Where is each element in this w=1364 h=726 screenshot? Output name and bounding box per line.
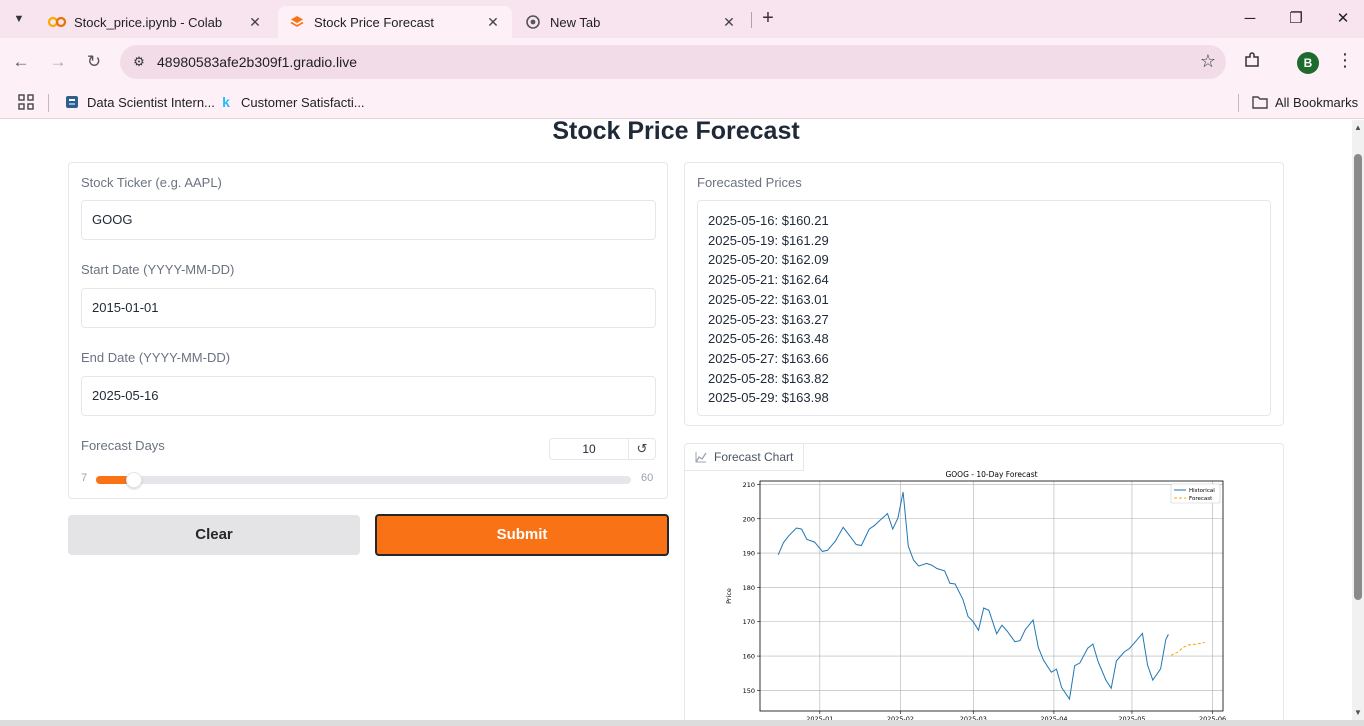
forecasted-prices-panel: Forecasted Prices 2025-05-16: $160.21 202… [684, 162, 1284, 426]
forecast-price-line: 2025-05-27: $163.66 [708, 350, 829, 366]
kaggle-icon: k [222, 94, 230, 110]
forecast-chart-label: Forecast Chart [685, 444, 805, 471]
close-window-icon[interactable]: ✕ [1332, 8, 1354, 30]
plot-frame [759, 480, 1224, 712]
clear-button[interactable]: Clear [68, 515, 360, 555]
folder-icon [1252, 94, 1268, 110]
reset-icon[interactable]: ↺ [629, 438, 656, 460]
minimize-icon[interactable]: ─ [1239, 8, 1261, 30]
y-tick-label: 160 [743, 653, 755, 661]
forecast-price-line: 2025-05-29: $163.98 [708, 390, 829, 406]
y-tick-label: 180 [743, 584, 755, 592]
slider-max-label: 60 [641, 472, 654, 484]
scroll-up-arrow-icon[interactable]: ▲ [1352, 123, 1364, 132]
chrome-icon [524, 13, 542, 31]
close-tab-icon[interactable]: ✕ [484, 13, 502, 31]
slider-handle[interactable] [126, 472, 143, 488]
end-date-label: End Date (YYYY-MM-DD) [81, 350, 231, 365]
scroll-down-arrow-icon[interactable]: ▼ [1352, 708, 1364, 717]
extensions-puzzle-icon[interactable] [1243, 51, 1261, 74]
input-panel: Stock Ticker (e.g. AAPL) GOOG Start Date… [68, 162, 668, 499]
forecast-price-line: 2025-05-16: $160.21 [708, 213, 829, 228]
forecasted-prices-textbox[interactable]: 2025-05-16: $160.21 2025-05-19: $161.29 20… [697, 200, 1271, 416]
tab-stock-price-forecast[interactable]: Stock Price Forecast ✕ [278, 6, 512, 38]
more-menu-icon[interactable]: ⋮ [1336, 50, 1354, 71]
legend-label: Forecast [1189, 496, 1213, 502]
profile-avatar[interactable]: B [1297, 52, 1319, 74]
forecasted-prices-label: Forecasted Prices [697, 175, 802, 190]
forecast-price-line: 2025-05-21: $162.64 [708, 272, 829, 288]
bookmark-doc-icon [64, 94, 80, 110]
bookmark-data-scientist[interactable]: Data Scientist Intern... [64, 92, 215, 112]
end-date-input[interactable]: 2025-05-16 [81, 376, 656, 416]
page-title: Stock Price Forecast [552, 120, 800, 145]
y-tick-label: 150 [743, 687, 755, 695]
restore-icon[interactable]: ❐ [1285, 8, 1307, 30]
legend-label: Historical [1189, 488, 1215, 494]
tab-title: New Tab [550, 14, 601, 30]
page-scrollbar[interactable]: ▲ ▼ [1352, 120, 1364, 720]
new-tab-plus-icon[interactable]: + [758, 8, 778, 29]
scrollbar-thumb[interactable] [1354, 154, 1362, 600]
ticker-input[interactable]: GOOG [81, 200, 656, 240]
bookmarks-bar: Data Scientist Intern... k Customer Sati… [0, 86, 1364, 119]
tab-title: Stock_price.ipynb - Colab [74, 14, 223, 30]
bookmarks-divider [48, 94, 49, 112]
address-bar[interactable]: ⚙ 48980583afe2b309f1.gradio.live ☆ [120, 45, 1226, 79]
bookmark-customer-satisfaction[interactable]: k Customer Satisfacti... [218, 92, 365, 112]
chart-tab-title: Forecast Chart [714, 450, 794, 464]
series-line-forecast [1170, 641, 1205, 656]
bookmark-label: Customer Satisfacti... [241, 94, 365, 110]
url-text[interactable]: 48980583afe2b309f1.gradio.live [157, 54, 357, 70]
y-axis-label: Price [725, 588, 733, 604]
browser-toolbar: ← → ↻ ⚙ 48980583afe2b309f1.gradio.live ☆… [0, 38, 1364, 86]
all-bookmarks-label: All Bookmarks [1275, 94, 1359, 110]
apps-grid-icon[interactable] [18, 92, 34, 112]
forecast-price-line: 2025-05-23: $163.27 [708, 311, 829, 327]
reload-icon[interactable]: ↻ [83, 51, 105, 73]
slider-min-label: 7 [81, 472, 88, 484]
bookmark-label: Data Scientist Intern... [87, 94, 215, 110]
tab-title: Stock Price Forecast [314, 14, 434, 30]
chart-icon [695, 451, 707, 463]
close-tab-icon[interactable]: ✕ [246, 13, 264, 31]
back-arrow-icon[interactable]: ← [10, 51, 32, 73]
start-date-input[interactable]: 2015-01-01 [81, 288, 656, 328]
forecast-price-line: 2025-05-19: $161.29 [708, 232, 829, 248]
forecast-days-number-input[interactable]: 10 [549, 438, 629, 460]
y-tick-label: 210 [743, 481, 755, 489]
tab-new-tab[interactable]: New Tab ✕ [514, 6, 748, 38]
ticker-label: Stock Ticker (e.g. AAPL) [81, 175, 222, 190]
colab-icon [48, 13, 66, 31]
bookmarks-divider [1238, 94, 1239, 112]
forecast-days-slider[interactable] [96, 472, 631, 488]
browser-tabstrip: ▼ Stock_price.ipynb - Colab ✕ Stock Pric… [0, 0, 1364, 38]
tab-divider [751, 12, 752, 28]
forecast-days-label: Forecast Days [81, 438, 165, 453]
status-strip [0, 720, 1364, 726]
chart-title: GOOG - 10-Day Forecast [945, 470, 1037, 479]
tab-colab[interactable]: Stock_price.ipynb - Colab ✕ [38, 6, 274, 38]
site-info-icon[interactable]: ⚙ [130, 53, 148, 71]
forecast-price-line: 2025-05-22: $163.01 [708, 291, 829, 307]
y-tick-label: 190 [743, 550, 755, 558]
forecast-line-chart: GOOG - 10-Day Forecast 150 160 170 180 190 200… [725, 470, 1226, 720]
start-date-label: Start Date (YYYY-MM-DD) [81, 262, 235, 277]
forward-arrow-icon[interactable]: → [47, 51, 69, 73]
gradio-app: Stock Price Forecast Stock Ticker (e.g. … [0, 120, 1352, 720]
y-tick-label: 200 [743, 515, 755, 523]
y-tick-label: 170 [743, 618, 755, 626]
bookmark-star-icon[interactable]: ☆ [1200, 51, 1216, 72]
forecast-price-line: 2025-05-26: $163.48 [708, 331, 829, 347]
forecast-price-line: 2025-05-28: $163.82 [708, 370, 829, 386]
all-bookmarks[interactable]: All Bookmarks [1252, 92, 1358, 112]
tab-search-chevron-icon[interactable]: ▼ [6, 6, 32, 32]
forecast-chart-panel: Forecast Chart GOOG - 10-Day Forecast 150… [684, 443, 1284, 720]
gradio-icon [288, 13, 306, 31]
close-tab-icon[interactable]: ✕ [720, 13, 738, 31]
submit-button[interactable]: Submit [375, 514, 669, 556]
forecast-price-line: 2025-05-20: $162.09 [708, 252, 829, 268]
